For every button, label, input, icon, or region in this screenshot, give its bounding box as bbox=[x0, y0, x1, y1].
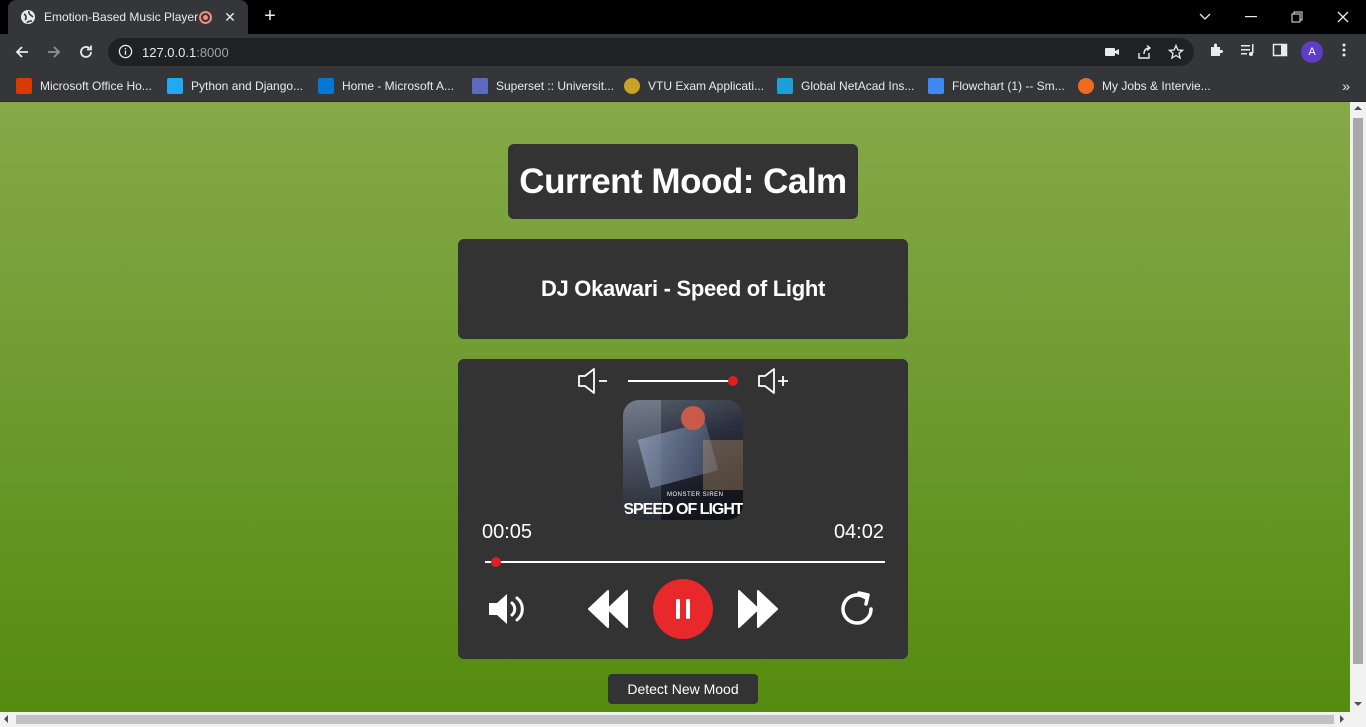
close-window-button[interactable] bbox=[1320, 0, 1366, 34]
chevron-down-icon bbox=[1199, 13, 1211, 20]
menu-kebab-icon[interactable] bbox=[1336, 42, 1352, 63]
vtu-icon bbox=[624, 78, 640, 94]
refresh-icon bbox=[841, 591, 873, 625]
minimize-icon bbox=[1245, 16, 1257, 18]
new-tab-button[interactable]: + bbox=[260, 6, 280, 26]
scroll-left-icon[interactable] bbox=[4, 715, 8, 723]
music-player: MONSTER SIREN SPEED OF LIGHT 00:05 04:02 bbox=[458, 359, 908, 659]
media-control-icon[interactable] bbox=[1240, 42, 1256, 63]
pause-icon bbox=[676, 599, 690, 619]
close-icon bbox=[1337, 11, 1349, 23]
browser-tab-strip: Emotion-Based Music Player ✕ + bbox=[0, 0, 1366, 34]
volume-slider-track[interactable] bbox=[628, 380, 733, 382]
page-viewport: Current Mood: Calm DJ Okawari - Speed of… bbox=[0, 102, 1350, 712]
duration-time: 04:02 bbox=[833, 521, 884, 543]
bookmark-item[interactable]: Flowchart (1) -- Sm... bbox=[928, 76, 1065, 96]
restore-icon bbox=[1291, 11, 1303, 23]
profile-avatar[interactable]: A bbox=[1301, 41, 1323, 63]
song-title: DJ Okawari - Speed of Light bbox=[540, 276, 826, 301]
bookmark-item[interactable]: Home - Microsoft A... bbox=[318, 76, 454, 96]
volume-down-icon[interactable] bbox=[576, 366, 610, 401]
bookmark-item[interactable]: Superset :: Universit... bbox=[472, 76, 614, 96]
azure-icon bbox=[318, 78, 334, 94]
volume-slider-handle[interactable] bbox=[728, 376, 738, 386]
bookmark-item[interactable]: Python and Django... bbox=[167, 76, 303, 96]
superset-icon bbox=[472, 78, 488, 94]
side-panel-icon[interactable] bbox=[1272, 42, 1288, 63]
mood-title: Current Mood: Calm bbox=[519, 161, 847, 201]
office-icon bbox=[16, 78, 32, 94]
detect-new-mood-button[interactable]: Detect New Mood bbox=[608, 674, 758, 704]
camera-icon[interactable] bbox=[1104, 44, 1120, 65]
reload-icon bbox=[80, 45, 92, 58]
share-icon[interactable] bbox=[1136, 44, 1152, 65]
fast-forward-button[interactable] bbox=[736, 587, 780, 631]
speaker-icon bbox=[489, 594, 524, 624]
rewind-icon bbox=[588, 590, 628, 628]
scroll-down-icon[interactable] bbox=[1354, 702, 1362, 706]
cisco-icon bbox=[777, 78, 793, 94]
bookmark-item[interactable]: Microsoft Office Ho... bbox=[16, 76, 152, 96]
arrow-right-icon bbox=[48, 46, 61, 58]
arrow-left-icon bbox=[15, 46, 28, 58]
scroll-up-icon[interactable] bbox=[1354, 106, 1362, 110]
recording-indicator-icon bbox=[199, 10, 212, 24]
chevron-double-right-icon[interactable]: » bbox=[1342, 78, 1350, 94]
vertical-scrollbar[interactable] bbox=[1350, 102, 1366, 712]
vertical-scroll-thumb[interactable] bbox=[1353, 118, 1363, 664]
song-card: DJ Okawari - Speed of Light bbox=[458, 239, 908, 339]
forward-button[interactable] bbox=[40, 38, 68, 66]
bookmarks-bar: Microsoft Office Ho... Python and Django… bbox=[0, 70, 1366, 102]
seek-bar-handle[interactable] bbox=[491, 557, 501, 567]
back-button[interactable] bbox=[8, 38, 36, 66]
reload-button[interactable] bbox=[72, 38, 100, 66]
volume-up-icon[interactable] bbox=[756, 366, 792, 401]
smartdraw-icon bbox=[928, 78, 944, 94]
pause-button[interactable] bbox=[653, 579, 713, 639]
url-text: 127.0.0.1:8000 bbox=[142, 45, 229, 60]
bookmark-item[interactable]: Global NetAcad Ins... bbox=[777, 76, 914, 96]
album-cover: MONSTER SIREN SPEED OF LIGHT bbox=[623, 400, 743, 520]
tab-search-button[interactable] bbox=[1182, 0, 1228, 34]
replay-button[interactable] bbox=[836, 589, 878, 629]
cover-brand-text: MONSTER SIREN bbox=[667, 492, 724, 498]
current-time: 00:05 bbox=[482, 521, 533, 543]
address-bar[interactable]: 127.0.0.1:8000 bbox=[108, 38, 1194, 66]
extensions-icon[interactable] bbox=[1208, 42, 1224, 63]
fast-forward-icon bbox=[738, 590, 778, 628]
bookmark-item[interactable]: My Jobs & Intervie... bbox=[1078, 76, 1211, 96]
minimize-button[interactable] bbox=[1228, 0, 1274, 34]
info-icon[interactable] bbox=[118, 44, 133, 64]
scroll-right-icon[interactable] bbox=[1340, 715, 1344, 723]
bookmark-item[interactable]: VTU Exam Applicati... bbox=[624, 76, 764, 96]
restore-button[interactable] bbox=[1274, 0, 1320, 34]
globe-icon bbox=[20, 9, 36, 25]
horizontal-scroll-thumb[interactable] bbox=[16, 715, 1334, 724]
browser-tab[interactable]: Emotion-Based Music Player ✕ bbox=[8, 0, 248, 34]
seek-bar-track[interactable] bbox=[485, 561, 885, 563]
tab-close-icon[interactable]: ✕ bbox=[222, 9, 238, 26]
browser-toolbar: 127.0.0.1:8000 bbox=[0, 34, 1366, 70]
horizontal-scrollbar[interactable] bbox=[0, 712, 1366, 727]
jobs-icon bbox=[1078, 78, 1094, 94]
rewind-button[interactable] bbox=[586, 587, 630, 631]
cover-title-text: SPEED OF LIGHT bbox=[623, 501, 743, 518]
star-icon[interactable] bbox=[1167, 43, 1185, 65]
mood-banner: Current Mood: Calm bbox=[508, 144, 858, 219]
vscode-icon bbox=[167, 78, 183, 94]
mute-button[interactable] bbox=[486, 587, 530, 631]
tab-title: Emotion-Based Music Player bbox=[44, 10, 199, 24]
